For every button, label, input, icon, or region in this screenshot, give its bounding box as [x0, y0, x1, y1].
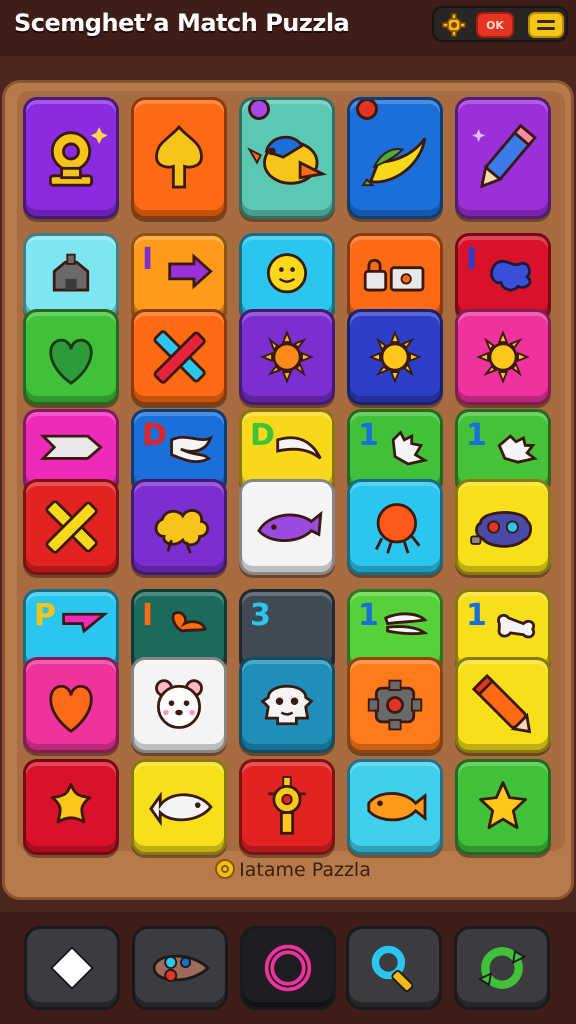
tile-arrow-orange[interactable]: I: [131, 233, 227, 321]
game-board: I I D D 1 1 P I 3 1 1 Iatame Pazzla: [2, 80, 574, 900]
tile-heart-pink[interactable]: [23, 657, 119, 753]
ring-button[interactable]: [240, 926, 336, 1010]
tile-gadget-yellow[interactable]: [455, 479, 551, 575]
trophy-icon: [48, 127, 108, 187]
fish-icon: [367, 792, 427, 822]
tile-sun-blue[interactable]: [347, 309, 443, 405]
tile-leaf[interactable]: [131, 97, 227, 219]
cog-icon: [367, 679, 423, 731]
gear-icon: [442, 13, 466, 37]
tile-bear-white[interactable]: [131, 657, 227, 753]
skull-icon: [260, 684, 314, 726]
footer-label: Iatame Pazzla: [239, 859, 371, 881]
splat-icon: [154, 509, 209, 554]
tile-sun-purple[interactable]: [239, 309, 335, 405]
game-title: Scemghet’a Match Puzzla: [14, 9, 350, 37]
arrow-icon: [168, 253, 213, 290]
top-controls: OK: [432, 6, 568, 42]
tile-cross-red[interactable]: [23, 479, 119, 575]
diamond-button[interactable]: [24, 926, 120, 1010]
search-button[interactable]: [346, 926, 442, 1010]
sun-icon: [368, 330, 422, 384]
coin-icon: [215, 859, 236, 879]
castle-icon: [52, 253, 90, 292]
ball-icon: [374, 503, 421, 554]
tile-sun-pink[interactable]: [455, 309, 551, 405]
board-footer: Iatame Pazzla: [5, 859, 576, 881]
splat-icon: [490, 259, 532, 292]
tile-skull-blue[interactable]: [239, 657, 335, 753]
tile-cross-orange[interactable]: [131, 309, 227, 405]
palette-icon: [152, 954, 210, 982]
fish-icon: [149, 791, 213, 827]
tile-label: 3: [250, 598, 271, 633]
heart-icon: [49, 338, 93, 385]
tile-cog-orange[interactable]: [347, 657, 443, 753]
palette-button[interactable]: [132, 926, 228, 1010]
refresh-button[interactable]: [454, 926, 550, 1010]
tile-star-red[interactable]: [23, 759, 119, 855]
magnifier-icon: [371, 945, 414, 992]
tile-heart-green[interactable]: [23, 309, 119, 405]
ok-button[interactable]: OK: [476, 12, 514, 38]
tile-grid: I I D D 1 1 P I 3 1 1: [17, 91, 565, 855]
menu-icon: [537, 20, 555, 23]
diamond-icon: [50, 946, 94, 990]
smiley-icon: [266, 253, 308, 294]
heart-icon: [49, 684, 93, 733]
tile-lock[interactable]: [347, 233, 443, 321]
star-icon: [479, 781, 527, 830]
sun-icon: [260, 330, 314, 384]
tile-banana[interactable]: [347, 97, 443, 219]
menu-button[interactable]: [528, 12, 564, 38]
bottom-toolbar: [0, 912, 576, 1024]
tile-totem-red[interactable]: [239, 759, 335, 855]
lock-icon: [363, 258, 425, 292]
pencil-icon: [471, 673, 532, 734]
top-bar: Scemghet’a Match Puzzla OK: [0, 0, 576, 56]
purple-gem-icon: [248, 100, 270, 120]
gadget-icon: [470, 511, 533, 548]
bear-icon: [155, 679, 203, 729]
tile-ball-cyan[interactable]: [347, 479, 443, 575]
tile-fish-cyan[interactable]: [347, 759, 443, 855]
cross-icon: [153, 330, 206, 384]
tile-trophy[interactable]: [23, 97, 119, 219]
ring-icon: [264, 944, 312, 992]
tile-bird[interactable]: [239, 97, 335, 219]
star-icon: [50, 783, 92, 824]
tile-fish-white[interactable]: [239, 479, 335, 575]
tile-fish-yellow[interactable]: [131, 759, 227, 855]
tile-splat-red[interactable]: I: [455, 233, 551, 321]
tile-smiley[interactable]: [239, 233, 335, 321]
tile-castle[interactable]: [23, 233, 119, 321]
tile-pencil-yellow[interactable]: [455, 657, 551, 753]
tile-pencil[interactable]: [455, 97, 551, 219]
tile-splat-purple[interactable]: [131, 479, 227, 575]
totem-icon: [268, 776, 306, 835]
pencil-icon: [472, 123, 537, 189]
cross-icon: [45, 500, 98, 554]
red-gem-icon: [356, 100, 378, 120]
settings-button[interactable]: [440, 12, 468, 38]
refresh-icon: [477, 947, 527, 989]
tile-star-green[interactable]: [455, 759, 551, 855]
leaf-icon: [155, 124, 203, 189]
sun-icon: [476, 330, 530, 384]
fish-icon: [257, 510, 323, 542]
